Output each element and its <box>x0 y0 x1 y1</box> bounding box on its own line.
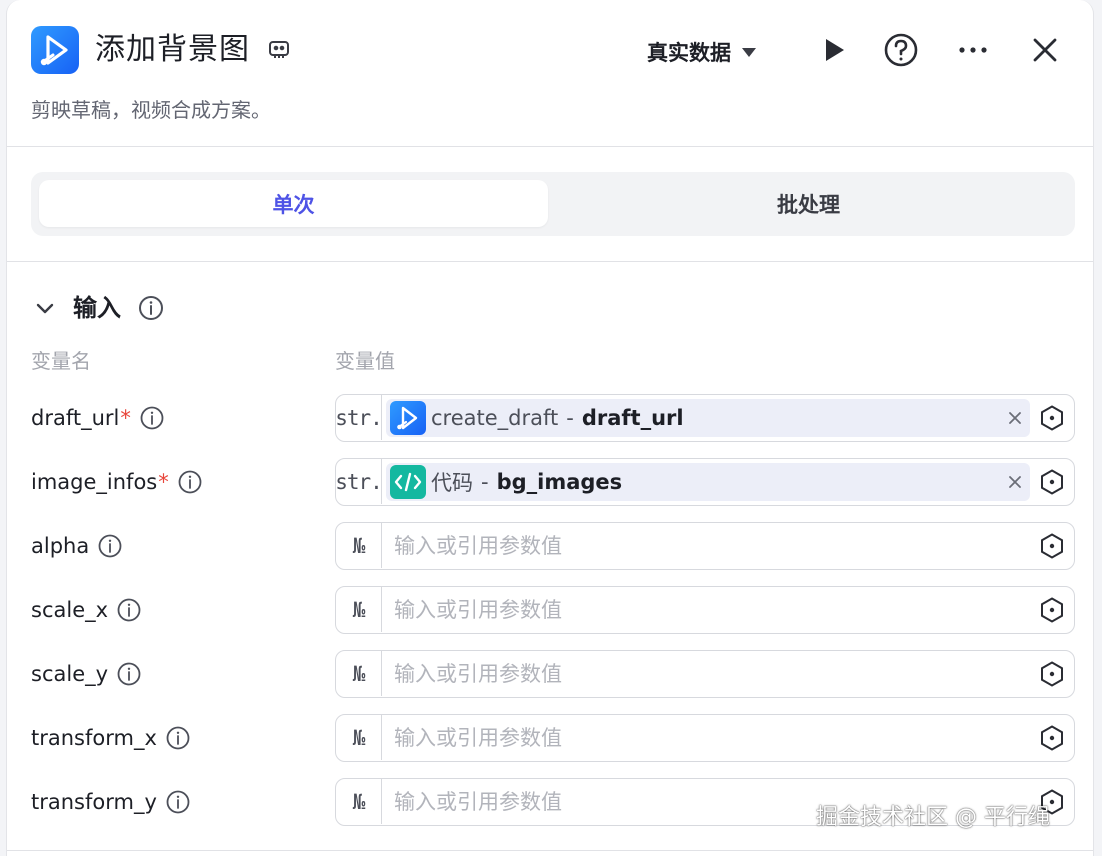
tab-batch[interactable]: 批处理 <box>550 180 1067 227</box>
scale-y-input[interactable] <box>394 651 994 696</box>
param-label-transform-x: transform_x <box>31 722 191 754</box>
param-name: alpha <box>31 534 90 558</box>
required-mark: * <box>158 470 169 494</box>
bot-icon[interactable] <box>267 38 291 66</box>
chevron-down-icon <box>36 303 54 314</box>
type-tag: str. <box>335 395 383 440</box>
type-tag: № <box>336 523 382 568</box>
alpha-input[interactable] <box>394 523 994 568</box>
variable-ref-icon[interactable] <box>1038 532 1066 560</box>
param-field-scale-x[interactable]: № <box>335 586 1075 634</box>
capcut-logo-icon <box>31 26 79 74</box>
info-icon[interactable] <box>97 533 123 559</box>
param-field-draft-url[interactable]: str. create_draft - draft_url <box>335 394 1075 442</box>
more-icon <box>959 47 987 53</box>
reference-separator: - <box>566 406 574 430</box>
caret-down-icon <box>742 48 756 57</box>
page-title: 添加背景图 <box>95 32 250 67</box>
param-name: transform_x <box>31 726 157 750</box>
param-name: scale_x <box>31 598 109 622</box>
clear-icon[interactable] <box>1006 409 1024 427</box>
code-icon <box>390 465 426 499</box>
type-tag: str. <box>335 459 383 504</box>
reference-variable: bg_images <box>496 470 623 494</box>
data-mode-label: 真实数据 <box>647 41 731 65</box>
capcut-logo-icon <box>390 401 426 435</box>
reference-variable: draft_url <box>581 406 684 430</box>
close-button[interactable] <box>1025 30 1065 70</box>
help-icon <box>884 33 918 67</box>
info-icon[interactable] <box>116 597 142 623</box>
transform-x-input[interactable] <box>394 715 994 760</box>
scale-x-input[interactable] <box>394 587 994 632</box>
divider <box>7 261 1093 262</box>
help-button[interactable] <box>881 30 921 70</box>
type-tag: № <box>336 651 382 696</box>
reference-separator: - <box>481 470 489 494</box>
param-name: scale_y <box>31 662 109 686</box>
node-config-panel: 添加背景图 真实数据 剪映草稿，视频合成方案。 单次 批处理 输入 变量名 变量… <box>6 0 1094 856</box>
param-name: transform_y <box>31 790 157 814</box>
required-mark: * <box>120 406 131 430</box>
column-header-name: 变量名 <box>31 349 91 373</box>
play-icon <box>826 39 844 61</box>
param-label-scale-y: scale_y <box>31 658 142 690</box>
param-label-scale-x: scale_x <box>31 594 142 626</box>
divider <box>7 850 1093 851</box>
info-icon[interactable] <box>116 661 142 687</box>
variable-reference-chip[interactable]: create_draft - draft_url <box>386 399 1030 437</box>
column-header-value: 变量值 <box>335 349 395 373</box>
variable-ref-icon[interactable] <box>1038 660 1066 688</box>
param-label-image-infos: image_infos * <box>31 466 203 498</box>
param-field-alpha[interactable]: № <box>335 522 1075 570</box>
type-tag: № <box>336 715 382 760</box>
run-mode-tabs: 单次 批处理 <box>31 172 1075 236</box>
input-section-title: 输入 <box>73 294 121 322</box>
param-label-alpha: alpha <box>31 530 123 562</box>
variable-ref-icon[interactable] <box>1038 468 1066 496</box>
reference-source-node: 代码 <box>431 471 473 495</box>
watermark: 掘金技术社区 @ 平行绳 <box>816 805 1050 830</box>
data-mode-dropdown[interactable]: 真实数据 <box>647 32 757 72</box>
tab-single[interactable]: 单次 <box>39 180 548 227</box>
param-label-draft-url: draft_url * <box>31 402 165 434</box>
info-icon[interactable] <box>139 405 165 431</box>
variable-reference-chip[interactable]: 代码 - bg_images <box>386 463 1030 501</box>
divider <box>7 146 1093 147</box>
param-name: draft_url <box>31 406 120 430</box>
run-button[interactable] <box>813 30 853 70</box>
info-icon[interactable] <box>137 294 165 326</box>
more-button[interactable] <box>953 30 993 70</box>
param-name: image_infos <box>31 470 158 494</box>
input-section-toggle[interactable] <box>33 296 57 324</box>
param-field-image-infos[interactable]: str. 代码 - bg_images <box>335 458 1075 506</box>
node-description: 剪映草稿，视频合成方案。 <box>31 98 271 122</box>
clear-icon[interactable] <box>1006 473 1024 491</box>
type-tag: № <box>336 587 382 632</box>
reference-source-node: create_draft <box>431 406 559 430</box>
close-icon <box>1033 38 1057 62</box>
param-field-transform-x[interactable]: № <box>335 714 1075 762</box>
info-icon[interactable] <box>165 725 191 751</box>
param-label-transform-y: transform_y <box>31 786 191 818</box>
variable-ref-icon[interactable] <box>1038 724 1066 752</box>
info-icon[interactable] <box>177 469 203 495</box>
param-field-scale-y[interactable]: № <box>335 650 1075 698</box>
type-tag: № <box>336 779 382 824</box>
variable-ref-icon[interactable] <box>1038 596 1066 624</box>
variable-ref-icon[interactable] <box>1038 404 1066 432</box>
info-icon[interactable] <box>165 789 191 815</box>
